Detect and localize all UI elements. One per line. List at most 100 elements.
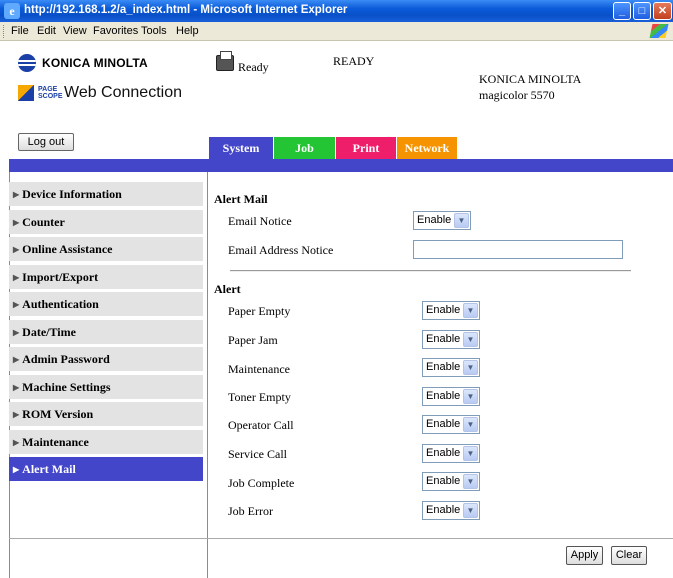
sidebar-item-online-assistance[interactable]: ▶ Online Assistance [9,237,203,261]
section-divider [230,270,631,272]
dropdown-arrow-icon: ▼ [463,474,478,489]
sidebar-item-label: Machine Settings [22,379,111,394]
triangle-right-icon: ▶ [13,410,20,419]
device-brand: KONICA MINOLTA magicolor 5570 [479,71,581,103]
pagescope-small-text: PAGE SCOPE [38,86,63,100]
menu-help[interactable]: Help [176,25,199,37]
tab-print[interactable]: Print [336,137,396,159]
triangle-right-icon: ▶ [13,327,20,337]
dropdown-arrow-icon: ▼ [463,360,478,375]
alert-select-job-complete[interactable]: Enable ▼ [422,472,480,491]
maximize-button[interactable]: □ [633,2,651,20]
alert-label-service-call: Service Call [228,447,287,461]
menu-bar: File Edit View Favorites Tools Help [0,22,673,41]
tab-underline-bar [9,159,673,172]
sidebar-item-alert-mail[interactable]: ▶ Alert Mail [9,457,203,481]
tab-network[interactable]: Network [397,137,457,159]
dropdown-arrow-icon: ▼ [463,417,478,432]
window-title: http://192.168.1.2/a_index.html - Micros… [24,4,348,16]
konica-logo-text: KONICA MINOLTA [42,56,148,70]
section-title-alert: Alert [214,282,241,296]
sidebar-item-machine-settings[interactable]: ▶ Machine Settings [9,374,203,399]
alert-label-job-complete: Job Complete [228,476,295,490]
sidebar-item-label: Online Assistance [22,242,113,256]
status-icon-text: Ready [238,60,269,74]
email-notice-select[interactable]: Enable ▼ [413,211,471,230]
sidebar-item-maintenance[interactable]: ▶ Maintenance [9,429,203,454]
konica-globe-icon [18,54,36,72]
sidebar-item-label: Authentication [22,297,99,311]
triangle-right-icon: ▶ [13,465,20,474]
dropdown-arrow-icon: ▼ [463,303,478,318]
footer-divider [9,538,673,539]
frame-divider [207,172,208,578]
clear-button[interactable]: Clear [611,546,647,565]
window-title-bar: e http://192.168.1.2/a_index.html - Micr… [0,0,673,22]
sidebar-item-counter[interactable]: ▶ Counter [9,209,203,234]
menu-edit[interactable]: Edit [37,25,56,37]
konica-minolta-logo: KONICA MINOLTA [18,54,148,72]
menu-view[interactable]: View [63,25,87,37]
menu-favorites[interactable]: Favorites [93,25,138,37]
alert-value: Enable [426,304,461,316]
sidebar-item-import-export[interactable]: ▶ Import/Export [9,264,203,289]
windows-flag-icon [649,24,669,38]
close-button[interactable]: ✕ [653,2,672,20]
ie-icon: e [4,3,20,19]
pagescope-logo: PAGE SCOPE Web Connection [18,84,182,102]
alert-select-service-call[interactable]: Enable ▼ [422,444,480,463]
triangle-right-icon: ▶ [13,382,20,392]
sidebar-item-device-information[interactable]: ▶ Device Information [9,182,203,206]
triangle-right-icon: ▶ [13,245,20,254]
alert-value: Enable [426,504,461,516]
email-address-input[interactable] [413,240,623,259]
triangle-right-icon: ▶ [13,190,20,199]
sidebar-item-label: Device Information [22,187,122,201]
dropdown-arrow-icon: ▼ [463,503,478,518]
sidebar-item-label: Date/Time [22,324,76,339]
alert-label-operator-call: Operator Call [228,418,294,432]
alert-select-paper-jam[interactable]: Enable ▼ [422,330,480,349]
triangle-right-icon: ▶ [13,217,20,227]
alert-value: Enable [426,447,461,459]
menu-tools[interactable]: Tools [141,25,167,37]
dropdown-arrow-icon: ▼ [463,332,478,347]
alert-select-job-error[interactable]: Enable ▼ [422,501,480,520]
alert-select-paper-empty[interactable]: Enable ▼ [422,301,480,320]
alert-select-maintenance[interactable]: Enable ▼ [422,358,480,377]
sidebar-item-rom-version[interactable]: ▶ ROM Version [9,402,203,426]
alert-value: Enable [426,475,461,487]
sidebar-item-label: Admin Password [22,352,110,366]
sidebar-item-label: ROM Version [22,407,94,421]
triangle-right-icon: ▶ [13,437,20,447]
email-notice-label: Email Notice [228,214,292,228]
tab-job[interactable]: Job [274,137,335,159]
email-notice-value: Enable [417,214,452,226]
alert-label-maintenance: Maintenance [228,362,290,376]
alert-value: Enable [426,390,461,402]
web-connection-text: Web Connection [64,84,182,101]
sidebar-item-label: Alert Mail [22,462,76,476]
logout-button[interactable]: Log out [18,133,74,151]
triangle-right-icon: ▶ [13,272,20,282]
printer-status-icon [216,51,234,71]
sidebar-item-label: Import/Export [22,269,99,284]
sidebar-item-admin-password[interactable]: ▶ Admin Password [9,347,203,371]
sidebar-item-label: Maintenance [22,434,89,449]
alert-select-toner-empty[interactable]: Enable ▼ [422,387,480,406]
sidebar-item-authentication[interactable]: ▶ Authentication [9,292,203,316]
section-title-alert-mail: Alert Mail [214,192,268,206]
menu-file[interactable]: File [11,25,29,37]
apply-button[interactable]: Apply [566,546,603,565]
minimize-button[interactable]: _ [613,2,631,20]
alert-label-job-error: Job Error [228,504,273,518]
alert-value: Enable [426,361,461,373]
alert-label-toner-empty: Toner Empty [228,390,291,404]
alert-select-operator-call[interactable]: Enable ▼ [422,415,480,434]
tab-system[interactable]: System [209,137,273,159]
alert-value: Enable [426,333,461,345]
alert-label-paper-jam: Paper Jam [228,333,278,347]
sidebar-item-date-time[interactable]: ▶ Date/Time [9,319,203,344]
pagescope-mark-icon [18,85,34,101]
alert-label-paper-empty: Paper Empty [228,304,291,318]
